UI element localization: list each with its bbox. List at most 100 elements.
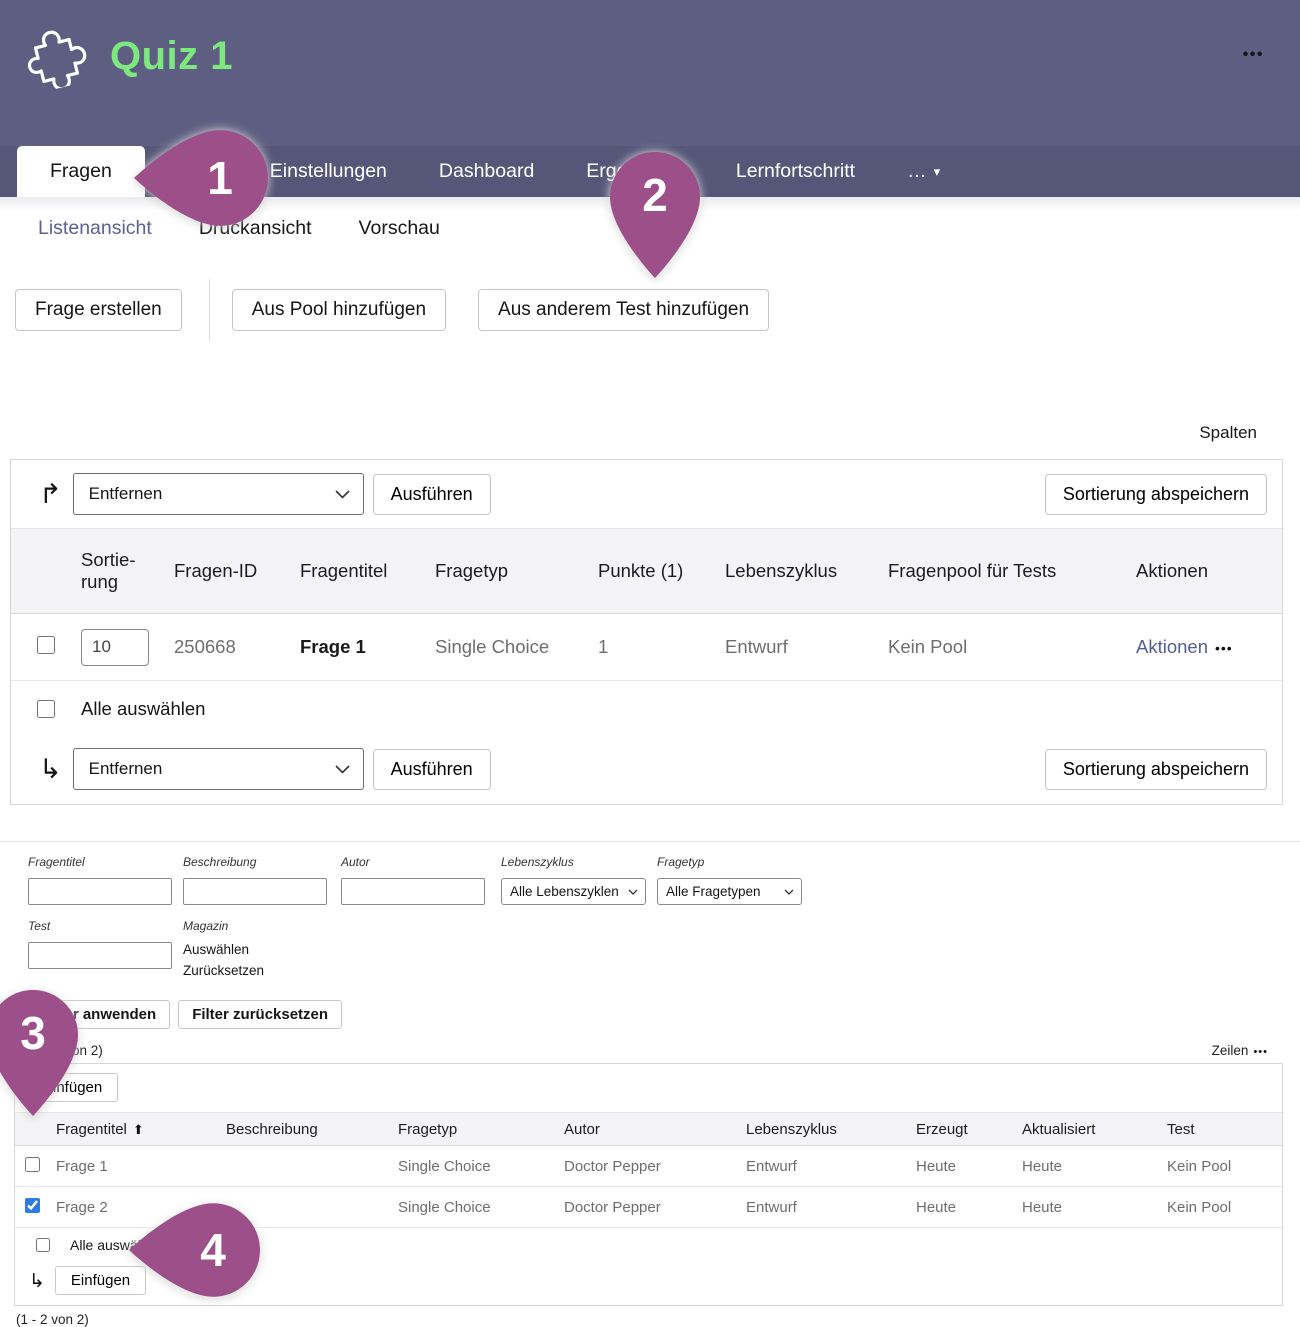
chevron-down-icon: ▾ [934,164,941,180]
actions-more-icon[interactable]: ••• [1215,640,1233,656]
filter-fragetyp-select[interactable]: Alle Fragetypen [657,878,802,905]
filter-lebenszyklus-value: Alle Lebenszyklen [510,884,619,899]
row-checkbox-cell [26,636,81,659]
brand: Quiz 1 [24,24,1272,88]
created-cell: Heute [916,1199,1022,1216]
bulk-action-value: Entfernen [89,484,163,504]
page-title: Quiz 1 [110,34,233,79]
sorting-order-input[interactable] [81,629,149,666]
col-sortierung: Sortie-rung [81,549,145,593]
tab-lernfortschritt[interactable]: Lernfortschritt [710,146,881,197]
filter-fragetyp-value: Alle Fragetypen [666,884,761,899]
col-erzeugt: Erzeugt [916,1121,1022,1138]
table-toolbar-top: ↱ Entfernen Ausführen Sortierung abspeic… [11,460,1282,528]
question-id-cell: 250668 [174,636,300,658]
col-fragen-id: Fragen-ID [174,560,300,582]
select-all-checkbox-top[interactable] [37,700,55,718]
apply-to-selection-bottom-icon: ↳ [39,754,62,785]
result-row: Frage 1 Single Choice Doctor Pepper Entw… [15,1146,1282,1187]
select-all-checkbox-results[interactable] [36,1238,50,1252]
filter-fragetyp: Fragetyp Alle Fragetypen [657,855,813,905]
result-row-checkbox[interactable] [25,1157,40,1172]
bulk-action-value-bottom: Entfernen [89,759,163,779]
filter-buttons: Filter anwenden Filter zurücksetzen [28,1000,1300,1029]
filter-beschreibung-label: Beschreibung [183,855,341,869]
add-from-test-button[interactable]: Aus anderem Test hinzufügen [478,289,769,331]
col-test: Test [1167,1121,1282,1138]
execute-button-bottom[interactable]: Ausführen [373,749,491,790]
sort-ascending-icon: ⬆ [133,1123,144,1138]
magazin-reset-link[interactable]: Zurücksetzen [183,963,264,978]
table-toolbar-bottom: ↳ Entfernen Ausführen Sortierung abspeic… [11,736,1282,804]
reset-filter-button[interactable]: Filter zurücksetzen [178,1000,342,1029]
save-sorting-button-top[interactable]: Sortierung abspeichern [1045,474,1267,515]
execute-button-top[interactable]: Ausführen [373,474,491,515]
question-table-header: Sortie-rung Fragen-ID Fragentitel Fraget… [11,528,1282,614]
annotation-marker-4: 4 [129,1203,260,1302]
columns-settings-row: Spalten [0,423,1300,443]
subtab-vorschau[interactable]: Vorschau [359,217,440,240]
filter-lebenszyklus-select[interactable]: Alle Lebenszyklen [501,878,646,905]
filter-autor: Autor [341,855,501,905]
results-count-bottom: (1 - 2 von 2) [16,1312,1300,1327]
apply-to-selection-top-icon: ↱ [39,479,62,510]
add-from-pool-button[interactable]: Aus Pool hinzufügen [232,289,446,331]
lifecycle-cell: Entwurf [746,1158,916,1175]
filter-fragetyp-label: Fragetyp [657,855,813,869]
test-cell: Kein Pool [1167,1158,1282,1175]
select-all-row-top: Alle auswählen [11,681,1282,736]
columns-link[interactable]: Spalten [1199,423,1257,442]
col-fragentitel: Fragentitel [300,560,435,582]
filter-row-2: Test Magazin Auswählen Zurücksetzen [28,919,1300,984]
filter-test-input[interactable] [28,942,172,969]
save-sorting-button-bottom[interactable]: Sortierung abspeichern [1045,749,1267,790]
marker-number: 4 [166,1203,260,1297]
tab-more[interactable]: … ▾ [881,146,966,197]
header-more-icon[interactable]: ••• [1243,46,1264,64]
bulk-action-select-bottom[interactable]: Entfernen [73,748,364,790]
divider [209,279,210,341]
test-cell: Kein Pool [1167,1199,1282,1216]
type-cell: Single Choice [398,1199,564,1216]
select-all-label-top[interactable]: Alle auswählen [81,698,205,720]
question-title-cell: Frage 1 [300,636,435,658]
type-cell: Single Choice [398,1158,564,1175]
filter-lebenszyklus: Lebenszyklus Alle Lebenszyklen [501,855,657,905]
quiz-puzzle-icon [24,24,88,88]
question-row-checkbox[interactable] [37,636,55,654]
col-fragetyp: Fragetyp [398,1121,564,1138]
result-row-checkbox[interactable] [25,1198,40,1213]
col-lebenszyklus: Lebenszyklus [746,1121,916,1138]
col-fragentitel-label[interactable]: Fragentitel [56,1121,127,1138]
filter-autor-label: Autor [341,855,501,869]
annotation-marker-3: 3 [0,990,78,1121]
magazin-select-link[interactable]: Auswählen [183,942,264,957]
annotation-marker-2: 2 [610,152,700,283]
filter-fragentitel-input[interactable] [28,878,172,905]
tab-einstellungen[interactable]: Einstellungen [244,146,413,197]
question-type-cell: Single Choice [435,636,598,658]
chevron-down-icon [628,889,638,895]
marker-number: 1 [172,130,268,226]
col-beschreibung: Beschreibung [226,1121,398,1138]
rows-settings[interactable]: Zeilen ••• [1212,1043,1268,1058]
lifecycle-cell: Entwurf [746,1199,916,1216]
title-cell: Frage 1 [56,1158,226,1175]
lifecycle-cell: Entwurf [725,636,888,658]
col-fragentitel: Fragentitel ⬆ [56,1121,226,1138]
create-question-button[interactable]: Frage erstellen [15,289,182,331]
col-punkte: Punkte (1) [598,560,725,582]
filter-autor-input[interactable] [341,878,485,905]
bulk-action-select-top[interactable]: Entfernen [73,473,364,515]
col-aktionen: Aktionen [1136,560,1267,582]
rows-link[interactable]: Zeilen [1212,1043,1249,1058]
rows-more-icon[interactable]: ••• [1253,1046,1268,1058]
marker-number: 2 [610,152,700,238]
tab-fragen[interactable]: Fragen [17,146,145,197]
updated-cell: Heute [1022,1199,1167,1216]
tab-dashboard[interactable]: Dashboard [413,146,560,197]
actions-link[interactable]: Aktionen [1136,636,1208,657]
filter-beschreibung-input[interactable] [183,878,327,905]
app-header: Quiz 1 ••• [0,0,1300,146]
filter-test-label: Test [28,919,183,933]
